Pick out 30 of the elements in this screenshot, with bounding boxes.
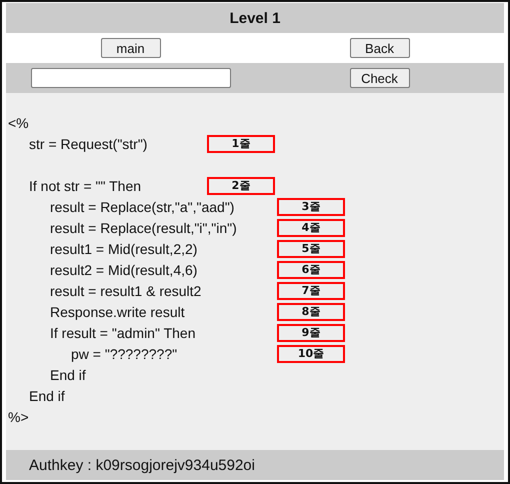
- code-line: <%: [8, 114, 29, 130]
- code-line: If not str = "" Then: [29, 178, 142, 194]
- code-line: result = Replace(result,"i","in"): [50, 220, 238, 236]
- line-number-label: 2줄: [207, 176, 275, 194]
- code-line: End if: [29, 388, 65, 404]
- code-line: result2 = Mid(result,4,6): [50, 262, 198, 278]
- line-number-label: 8줄: [277, 302, 345, 320]
- code-line: result = Replace(str,"a","aad"): [50, 198, 236, 214]
- code-line: result = result1 & result2: [50, 282, 202, 298]
- nav-button[interactable]: main: [100, 38, 160, 58]
- code-line: %>: [8, 408, 29, 424]
- code-line: result1 = Mid(result,2,2): [50, 240, 198, 256]
- code-line: pw = "????????": [71, 346, 178, 362]
- authkey-text: Authkey : k09rsogjorejv934u592oi: [29, 456, 255, 474]
- check-button[interactable]: Check: [350, 68, 410, 88]
- line-number-label: 10줄: [277, 344, 345, 362]
- code-line: Response.write result: [50, 304, 186, 320]
- line-number-label: 6줄: [277, 260, 345, 278]
- line-number-label: 5줄: [277, 240, 345, 258]
- nav-button[interactable]: Back: [350, 38, 410, 58]
- code-line: If result = "admin" Then: [50, 324, 196, 340]
- code-line: str = Request("str"): [29, 136, 148, 152]
- page-title: Level 1: [230, 10, 280, 26]
- answer-input-field[interactable]: [30, 68, 230, 88]
- line-number-label: 7줄: [277, 282, 345, 300]
- code-line: End if: [50, 366, 86, 382]
- line-number-label: 9줄: [277, 324, 345, 342]
- line-number-label: 4줄: [277, 218, 345, 236]
- line-number-label: 1줄: [207, 134, 275, 152]
- line-number-label: 3줄: [277, 198, 345, 216]
